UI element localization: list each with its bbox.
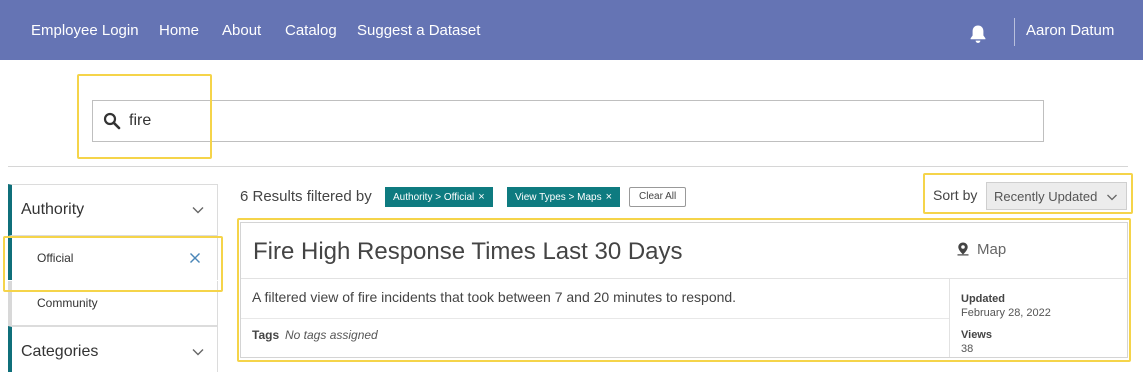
updated-label: Updated bbox=[961, 293, 1005, 305]
facet-title-authority: Authority bbox=[21, 201, 85, 218]
result-type-label: Map bbox=[977, 241, 1007, 258]
result-title-link[interactable]: Fire High Response Times Last 30 Days bbox=[253, 238, 683, 266]
result-type: Map bbox=[957, 241, 1006, 258]
close-icon[interactable]: × bbox=[606, 191, 612, 203]
result-description: A filtered view of fire incidents that t… bbox=[252, 289, 737, 305]
close-icon[interactable] bbox=[189, 252, 201, 264]
top-nav-bar: Employee Login Home About Catalog Sugges… bbox=[0, 0, 1143, 60]
result-meta: Updated February 28, 2022 Views 38 bbox=[949, 279, 1127, 357]
tags-label: Tags bbox=[252, 328, 280, 342]
sort-dropdown[interactable]: Recently Updated bbox=[986, 182, 1127, 210]
search-input[interactable]: fire bbox=[92, 100, 1044, 142]
close-icon[interactable]: × bbox=[478, 191, 484, 203]
search-icon bbox=[103, 112, 121, 130]
facet-header-authority[interactable]: Authority bbox=[8, 184, 218, 236]
filter-chip-authority[interactable]: Authority > Official × bbox=[385, 187, 493, 207]
filter-chip-label: View Types > Maps bbox=[515, 192, 602, 203]
chevron-down-icon bbox=[1107, 194, 1117, 201]
nav-link-home[interactable]: Home bbox=[159, 22, 199, 40]
facet-title-categories: Categories bbox=[21, 343, 99, 360]
nav-link-suggest-dataset[interactable]: Suggest a Dataset bbox=[357, 22, 480, 40]
results-count: 6 Results filtered by bbox=[240, 188, 372, 205]
facet-option-label: Official bbox=[37, 251, 74, 265]
divider bbox=[241, 318, 949, 319]
facet-option-community[interactable]: Community bbox=[8, 281, 218, 326]
user-menu[interactable]: Aaron Datum bbox=[1026, 22, 1114, 40]
views-label: Views bbox=[961, 329, 992, 341]
sort-selected-value: Recently Updated bbox=[994, 189, 1098, 204]
views-value: 38 bbox=[961, 343, 974, 355]
bell-icon[interactable] bbox=[967, 23, 989, 45]
nav-link-employee-login[interactable]: Employee Login bbox=[31, 22, 139, 40]
facet-header-categories[interactable]: Categories bbox=[8, 326, 218, 372]
chevron-down-icon bbox=[192, 349, 204, 356]
filter-chip-label: Authority > Official bbox=[393, 192, 475, 203]
sort-label: Sort by bbox=[933, 187, 978, 203]
facet-option-label: Community bbox=[37, 296, 98, 310]
divider bbox=[8, 166, 1128, 167]
result-card[interactable]: Fire High Response Times Last 30 Days Ma… bbox=[240, 222, 1128, 358]
clear-all-button[interactable]: Clear All bbox=[629, 187, 687, 207]
nav-link-catalog[interactable]: Catalog bbox=[285, 22, 337, 40]
map-pin-icon bbox=[957, 242, 969, 256]
chevron-down-icon bbox=[192, 207, 204, 214]
nav-link-about[interactable]: About bbox=[222, 22, 261, 40]
updated-value: February 28, 2022 bbox=[961, 307, 1051, 319]
nav-divider bbox=[1014, 18, 1015, 46]
facet-option-official[interactable]: Official bbox=[8, 236, 218, 280]
tags-value: No tags assigned bbox=[285, 328, 378, 342]
filter-chip-view-types[interactable]: View Types > Maps × bbox=[507, 187, 621, 207]
search-query-text: fire bbox=[129, 112, 152, 129]
